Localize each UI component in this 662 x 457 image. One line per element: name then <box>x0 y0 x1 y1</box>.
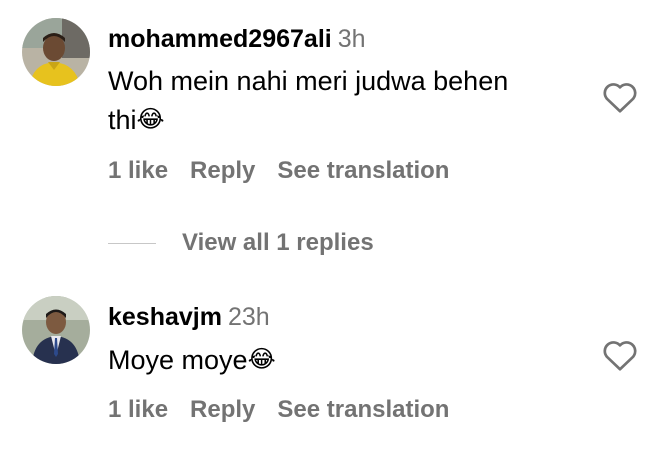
comment-text-fragment: thi <box>108 105 137 135</box>
comment-actions: 1 like Reply See translation <box>108 395 471 425</box>
see-translation-button[interactable]: See translation <box>277 396 449 423</box>
timestamp[interactable]: 23h <box>228 303 270 331</box>
comment-text-line: Woh mein nahi meri judwa behen <box>108 66 509 96</box>
comment-item: keshavjm 23h Moye moye😂 1 like Reply See tr… <box>0 280 662 457</box>
comment-text-line: Moye moye😂 <box>108 340 276 379</box>
heart-outline-icon[interactable] <box>602 338 638 372</box>
divider-line <box>108 242 156 244</box>
comment-actions: 1 like Reply See translation <box>108 156 471 186</box>
reply-button[interactable]: Reply <box>190 157 255 184</box>
avatar[interactable] <box>22 18 90 86</box>
comment-text-fragment: Moye moye <box>108 345 248 375</box>
heart-outline-icon[interactable] <box>602 80 638 114</box>
comment-header: keshavjm 23h <box>108 302 276 332</box>
laughing-emoji-icon: 😂 <box>247 345 276 373</box>
comment-text: Woh mein nahi meri judwa behen thi😂 <box>108 62 508 139</box>
laughing-emoji-icon: 😂 <box>136 105 165 133</box>
view-replies-button[interactable]: View all 1 replies <box>108 228 374 258</box>
see-translation-button[interactable]: See translation <box>277 157 449 184</box>
like-count[interactable]: 1 like <box>108 157 168 184</box>
comment-text-line: thi😂 <box>108 100 508 139</box>
comment-header: mohammed2967ali 3h <box>108 24 508 54</box>
reply-button[interactable]: Reply <box>190 396 255 423</box>
username[interactable]: mohammed2967ali <box>108 25 332 53</box>
avatar-image <box>22 296 90 364</box>
comment-item: mohammed2967ali 3h Woh mein nahi meri jud… <box>0 0 662 200</box>
like-count[interactable]: 1 like <box>108 396 168 423</box>
view-replies-label: View all 1 replies <box>182 229 374 256</box>
avatar-image <box>22 18 90 86</box>
timestamp[interactable]: 3h <box>338 25 366 53</box>
avatar[interactable] <box>22 296 90 364</box>
username[interactable]: keshavjm <box>108 303 222 331</box>
comment-text: Moye moye😂 <box>108 340 276 379</box>
